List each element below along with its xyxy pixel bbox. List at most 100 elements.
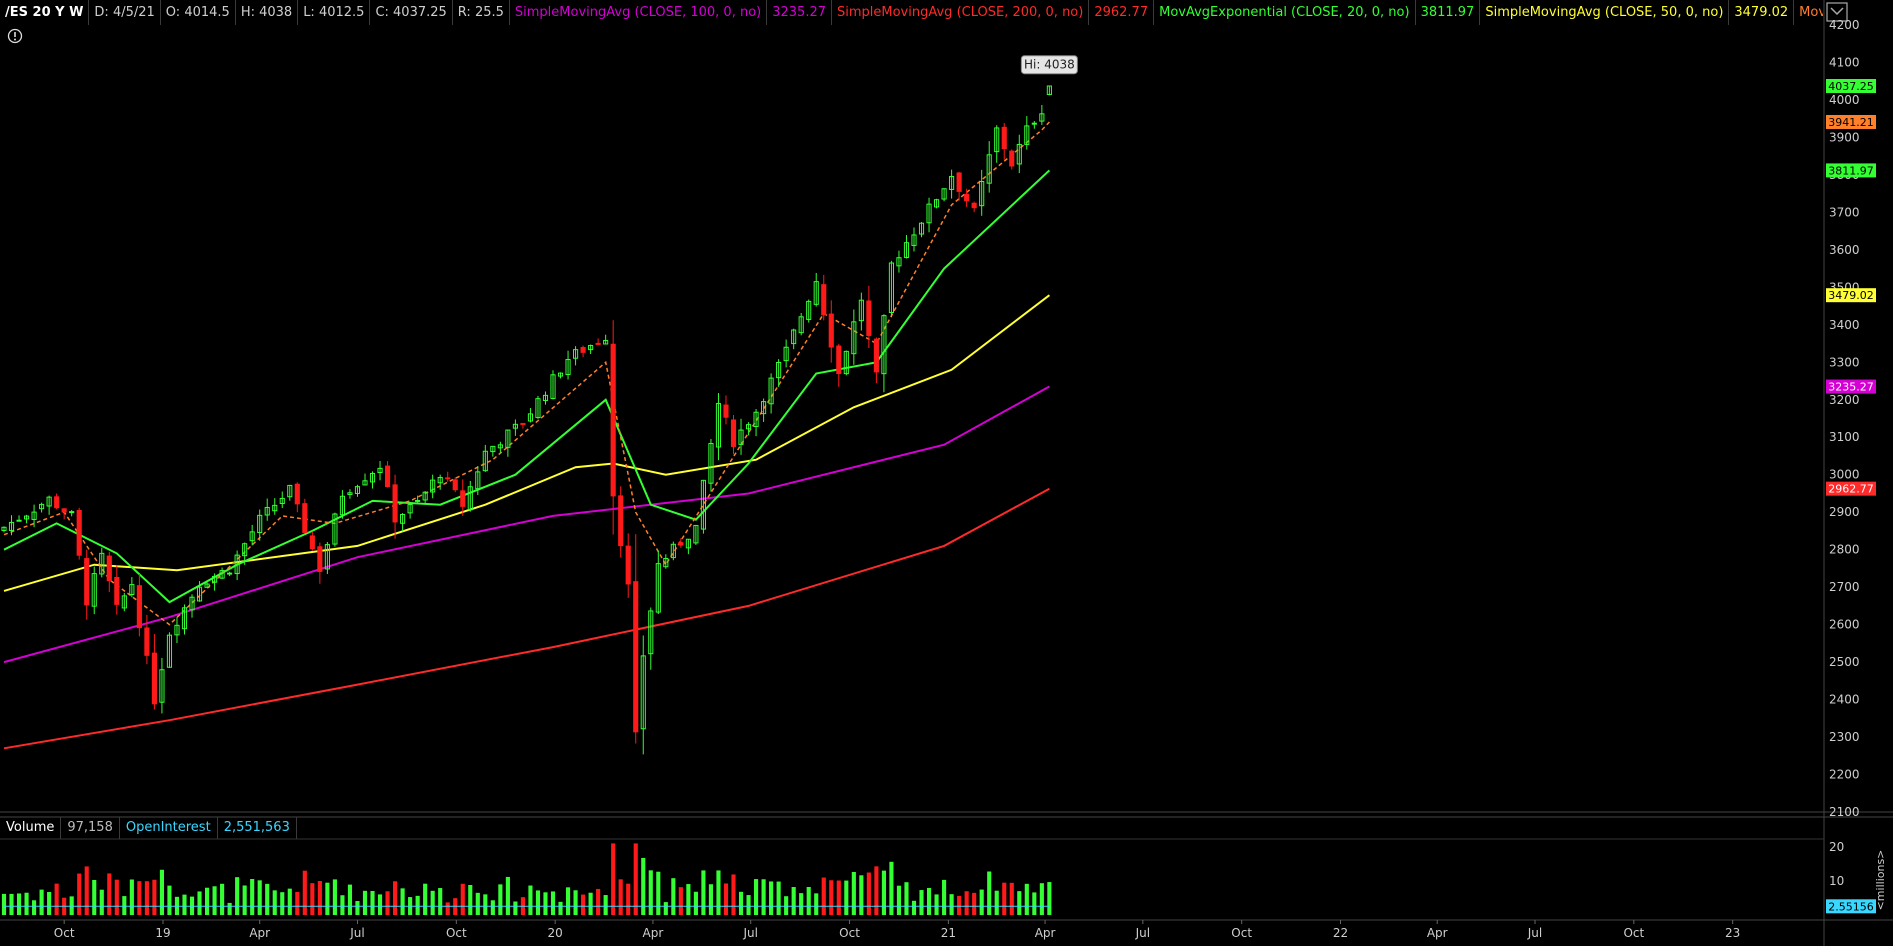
volume-bar bbox=[505, 876, 510, 915]
volume-bar bbox=[994, 890, 999, 915]
time-tick-label: 22 bbox=[1333, 926, 1348, 940]
volume-bar bbox=[618, 879, 623, 915]
volume-bar bbox=[656, 871, 661, 915]
volume-bar bbox=[182, 894, 187, 915]
volume-bar bbox=[340, 895, 345, 915]
volume-bar bbox=[84, 866, 89, 915]
volume-bar bbox=[896, 885, 902, 915]
volume-axis: 20 10 2.55156 <millions> bbox=[1826, 840, 1887, 914]
candle-body bbox=[384, 465, 391, 488]
volume-bar bbox=[332, 879, 337, 915]
candle-body bbox=[828, 313, 834, 348]
volume-bar bbox=[16, 893, 22, 915]
price-tag-label: 3479.02 bbox=[1828, 289, 1874, 302]
volume-bar bbox=[92, 879, 97, 915]
volume-bar bbox=[393, 881, 398, 915]
volume-header: Volume 97,158 OpenInterest 2,551,563 bbox=[0, 817, 297, 839]
price-tick-label: 2600 bbox=[1829, 618, 1860, 632]
volume-bar bbox=[355, 901, 360, 915]
candle-body bbox=[84, 558, 90, 606]
volume-bar bbox=[475, 892, 480, 915]
time-tick-label: Jul bbox=[1527, 926, 1542, 940]
candle-body bbox=[460, 490, 466, 507]
volume-bar bbox=[280, 892, 285, 915]
volume-bar bbox=[761, 879, 766, 915]
price-tick-label: 3400 bbox=[1829, 318, 1860, 332]
hi-tooltip-label: Hi: 4038 bbox=[1024, 58, 1075, 72]
time-tick-label: 20 bbox=[548, 926, 563, 940]
volume-label[interactable]: Volume bbox=[0, 817, 62, 839]
price-tick-label: 2700 bbox=[1829, 580, 1860, 594]
volume-bar bbox=[844, 880, 849, 915]
candle-body bbox=[415, 499, 421, 502]
volume-tick-label: 10 bbox=[1829, 874, 1844, 888]
volume-bar bbox=[889, 861, 894, 915]
time-tick-label: Apr bbox=[1035, 926, 1056, 940]
volume-bar bbox=[310, 883, 315, 915]
candle-body bbox=[227, 572, 233, 575]
volume-bar bbox=[39, 889, 44, 915]
price-tag-label: 3941.21 bbox=[1828, 116, 1874, 129]
candle-body bbox=[69, 511, 75, 514]
volume-bar bbox=[302, 870, 307, 915]
volume-bar bbox=[926, 887, 932, 915]
volume-bar bbox=[611, 843, 616, 915]
volume-bar bbox=[964, 891, 969, 915]
volume-bar bbox=[784, 896, 789, 915]
volume-bar bbox=[626, 883, 631, 915]
candle-body bbox=[1031, 122, 1037, 125]
volume-bar bbox=[235, 877, 240, 915]
candle-body bbox=[114, 576, 120, 605]
volume-bar bbox=[738, 891, 744, 915]
price-chart[interactable]: 2100 2200 2300 2400 2500 2600 2700 2800 2900 3000… bbox=[0, 0, 1893, 946]
price-tick-label: 3000 bbox=[1829, 468, 1860, 482]
volume-bar bbox=[769, 881, 774, 915]
volume-bar bbox=[693, 891, 698, 915]
candle-body bbox=[821, 284, 827, 316]
volume-bar bbox=[558, 901, 563, 915]
price-tick-label: 2300 bbox=[1829, 730, 1860, 744]
volume-bar bbox=[565, 887, 571, 915]
volume-bar bbox=[723, 883, 729, 915]
open-interest-label[interactable]: OpenInterest bbox=[120, 817, 218, 839]
volume-bar bbox=[814, 893, 819, 915]
volume-bar bbox=[257, 880, 262, 915]
time-tick-label: Oct bbox=[54, 926, 75, 940]
volume-bar bbox=[1009, 882, 1014, 915]
candle-body bbox=[866, 300, 872, 336]
volume-bar bbox=[957, 895, 962, 915]
volume-bar bbox=[1047, 882, 1052, 915]
price-axis: 2100 2200 2300 2400 2500 2600 2700 2800 2900 3000… bbox=[1829, 18, 1860, 819]
volume-bar bbox=[543, 892, 548, 915]
volume-bar bbox=[874, 866, 879, 915]
price-tick-label: 2400 bbox=[1829, 693, 1860, 707]
volume-bar bbox=[799, 893, 804, 915]
open-interest-tag-label: 2.55156 bbox=[1828, 900, 1874, 913]
moving-average-line bbox=[3, 385, 1050, 664]
price-tick-label: 3600 bbox=[1829, 243, 1860, 257]
volume-bar bbox=[295, 891, 300, 915]
price-tick-label: 4200 bbox=[1829, 18, 1860, 32]
candle-body bbox=[633, 581, 639, 733]
price-tag-label: 4037.25 bbox=[1828, 80, 1874, 93]
volume-bar bbox=[272, 890, 277, 915]
price-tick-label: 2200 bbox=[1829, 768, 1860, 782]
volume-bar bbox=[9, 893, 14, 915]
price-tick-label: 4100 bbox=[1829, 55, 1860, 69]
volume-tick-label: 20 bbox=[1829, 840, 1844, 854]
volume-bar bbox=[212, 886, 217, 915]
volume-bar bbox=[265, 883, 270, 915]
candle-body bbox=[61, 508, 67, 513]
volume-bar bbox=[377, 894, 383, 915]
volume-bar bbox=[949, 894, 954, 915]
candle-body bbox=[302, 503, 308, 533]
price-tick-label: 2800 bbox=[1829, 543, 1860, 557]
candle-body bbox=[610, 343, 616, 497]
volume-bar bbox=[107, 873, 112, 915]
price-tag-label: 3811.97 bbox=[1828, 164, 1874, 177]
volume-bar bbox=[250, 879, 255, 915]
volume-bar bbox=[204, 887, 210, 915]
volume-bar bbox=[821, 877, 826, 915]
price-tick-label: 3100 bbox=[1829, 430, 1860, 444]
volume-bar bbox=[99, 889, 104, 915]
